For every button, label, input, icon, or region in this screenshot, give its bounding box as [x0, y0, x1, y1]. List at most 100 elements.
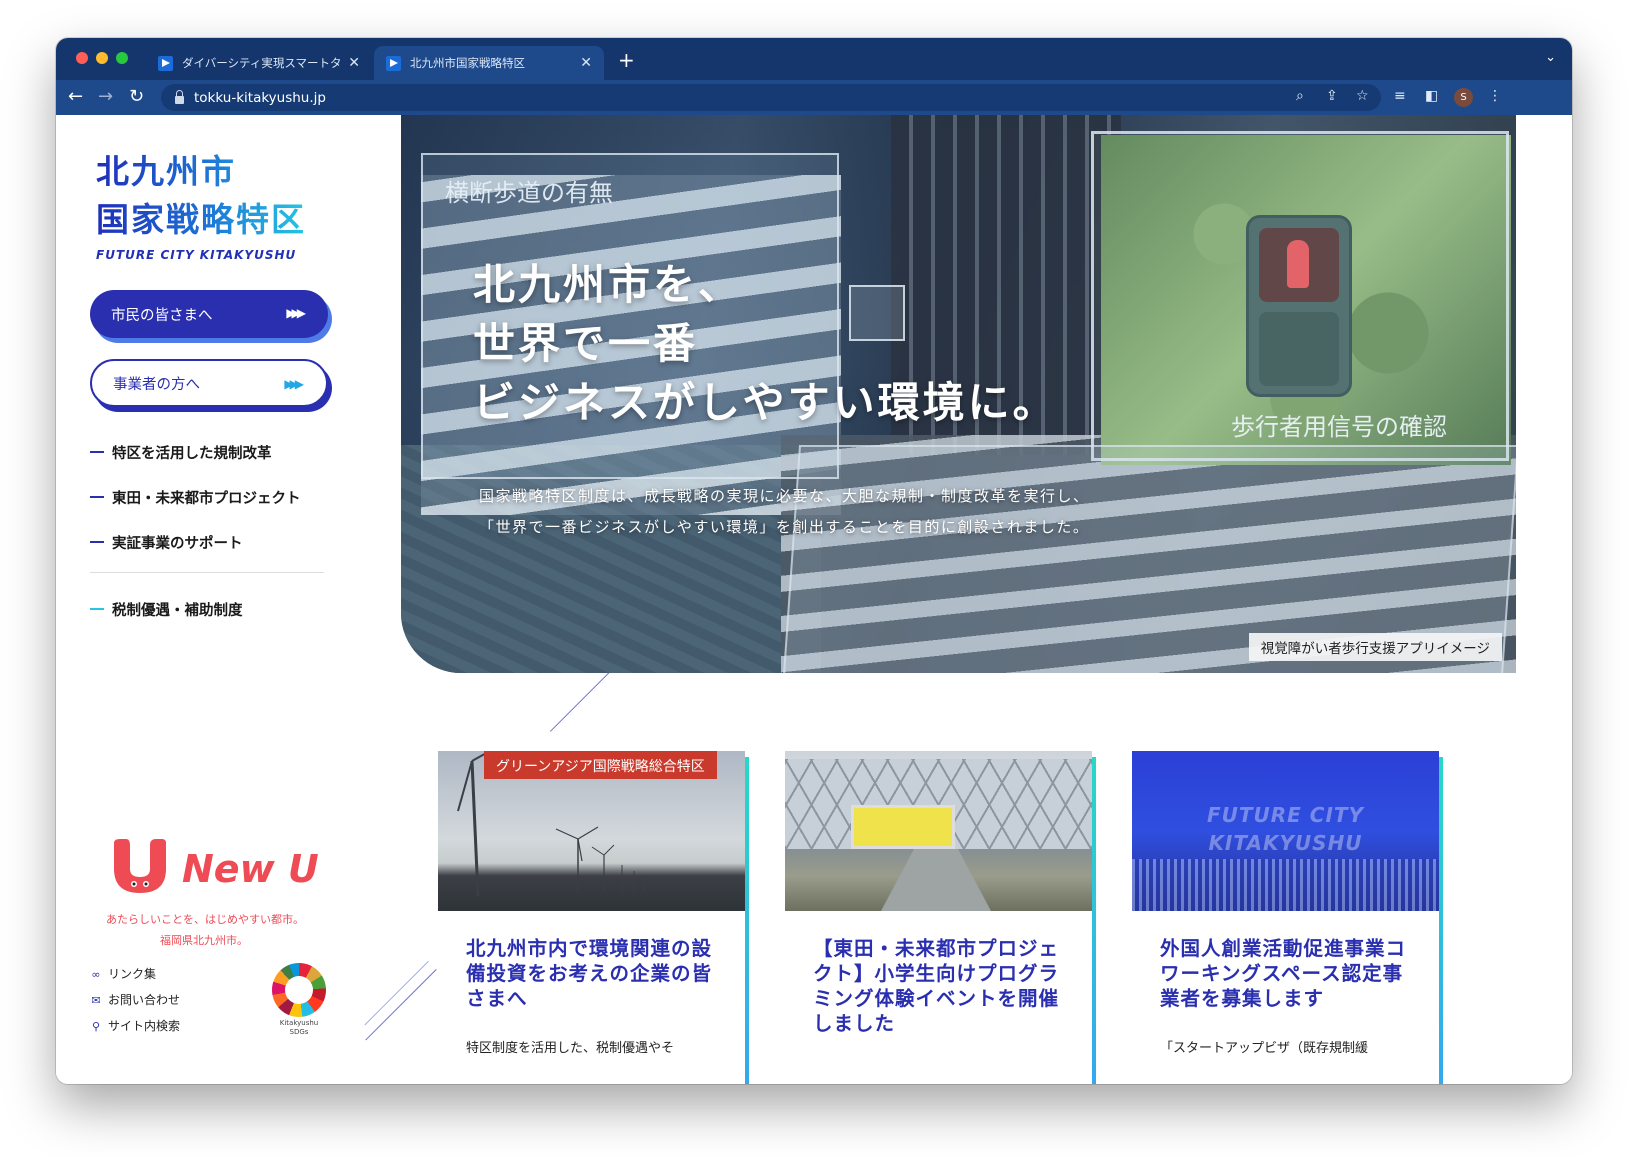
link-label: リンク集 — [108, 967, 157, 981]
dash-icon — [90, 608, 104, 610]
web-page: 北九州市 国家戦略特区 FUTURE CITY KITAKYUSHU 市民の皆さ… — [56, 115, 1572, 1084]
forward-arrow-icon[interactable]: → — [98, 86, 113, 107]
building-entrance-image — [785, 751, 1092, 911]
close-tab-icon[interactable]: ✕ — [580, 55, 592, 71]
address-bar[interactable]: tokku-kitakyushu.jp — [161, 84, 1381, 111]
dash-icon — [90, 451, 104, 453]
sdgs-logo-icon[interactable] — [272, 963, 326, 1017]
profile-avatar[interactable]: S — [1454, 88, 1473, 107]
business-button-label: 事業者の方へ — [113, 373, 200, 394]
sidenav-item-label: 特区を活用した規制改革 — [112, 446, 272, 462]
back-arrow-icon[interactable]: ← — [68, 86, 83, 107]
url-text: tokku-kitakyushu.jp — [194, 89, 326, 106]
browser-tab-2-active[interactable]: 北九州市国家戦略特区 ✕ — [374, 46, 604, 80]
tab-strip: ダイバーシティ実現スマートタウン ✕ 北九州市国家戦略特区 ✕ + ⌄ — [56, 38, 1572, 80]
city-skyline — [1132, 859, 1439, 911]
image-text-line: KITAKYUSHU — [1208, 831, 1363, 855]
site-search-link[interactable]: ⚲ サイト内検索 — [90, 1017, 180, 1034]
hero-description: 国家戦略特区制度は、成長戦略の実現に必要な、大胆な規制・制度改革を実行し、 「世… — [479, 481, 1090, 543]
hero-headline-line: ビジネスがしやすい環境に。 — [473, 378, 1058, 427]
link-list-link[interactable]: ∞ リンク集 — [90, 965, 156, 982]
site-logo[interactable]: 北九州市 国家戦略特区 FUTURE CITY KITAKYUSHU — [96, 148, 306, 262]
entrance-door — [851, 805, 955, 849]
news-card[interactable]: FUTURE CITY KITAKYUSHU 外国人創業活動促進事業コワーキング… — [1132, 751, 1443, 1084]
citizen-button-label: 市民の皆さまへ — [111, 307, 213, 324]
card-title[interactable]: 【東田・未来都市プロジェクト】小学生向けプログラミング体験イベントを開催しました — [813, 936, 1071, 1036]
lock-icon — [175, 89, 184, 104]
hero-headline-line: 北九州市を、 — [473, 260, 744, 309]
sdgs-label: Kitakyushu SDGs — [279, 1019, 319, 1036]
tab-title: ダイバーシティ実現スマートタウン — [182, 56, 341, 70]
sidenav-item-tax-subsidy[interactable]: 税制優遇・補助制度 — [90, 599, 243, 620]
card-excerpt: 「スタートアップビザ（既存規制緩 — [1160, 1041, 1369, 1056]
sidenav-item-label: 東田・未来都市プロジェクト — [112, 491, 301, 507]
logo-line-1: 北九州市 — [96, 148, 306, 196]
reload-icon[interactable]: ↻ — [129, 86, 144, 107]
logo-line-2: 国家戦略特区 — [96, 196, 306, 244]
newu-location: 福岡県北九州市。 — [160, 934, 248, 947]
business-button[interactable]: 事業者の方へ ▶▶▶ — [90, 359, 328, 407]
site-favicon-icon — [386, 55, 401, 71]
card-excerpt: 特区制度を活用した、税制優遇やそ — [466, 1041, 675, 1056]
sidenav-item-label: 実証事業のサポート — [112, 536, 243, 552]
image-text-line: FUTURE CITY — [1206, 803, 1365, 827]
hero-description-line: 「世界で一番ビジネスがしやすい環境」を創出することを目的に創設されました。 — [479, 518, 1090, 536]
decorative-line — [365, 969, 437, 1041]
card-title[interactable]: 北九州市内で環境関連の設備投資をお考えの企業の皆さまへ — [466, 936, 724, 1011]
news-card[interactable]: グリーンアジア国際戦略総合特区 北九州市内で環境関連の設備投資をお考えの企業の皆… — [438, 751, 749, 1084]
category-badge[interactable]: グリーンアジア国際戦略総合特区 — [484, 751, 717, 779]
share-icon[interactable]: ⇪ — [1326, 88, 1338, 104]
link-chain-icon: ∞ — [91, 968, 101, 981]
search-icon: ⚲ — [91, 1020, 101, 1033]
newu-tagline: あたらしいことを、はじめやすい都市。 — [106, 913, 304, 926]
close-window-button[interactable] — [76, 52, 88, 64]
city-skyline-image: FUTURE CITY KITAKYUSHU — [1132, 751, 1439, 911]
business-button-rest: の方へ — [156, 376, 201, 393]
business-button-highlight: 事業者 — [113, 376, 157, 393]
browser-window: ダイバーシティ実現スマートタウン ✕ 北九州市国家戦略特区 ✕ + ⌄ ← → … — [56, 38, 1572, 1084]
sidenav-item-regulatory-reform[interactable]: 特区を活用した規制改革 — [90, 442, 272, 463]
browser-toolbar: ← → ↻ tokku-kitakyushu.jp ⌕ ⇪ ☆ ≡ ◧ S ⋮ — [56, 80, 1572, 115]
newu-mascot-icon — [114, 839, 166, 893]
dash-icon — [90, 496, 104, 498]
zoom-icon[interactable]: ⌕ — [1296, 88, 1304, 104]
decorative-line — [364, 961, 429, 1026]
tab-search-icon[interactable]: ⌄ — [1545, 50, 1556, 65]
sidenav-item-higashida-project[interactable]: 東田・未来都市プロジェクト — [90, 487, 301, 508]
mail-icon: ✉ — [91, 994, 101, 1007]
site-favicon-icon — [158, 55, 173, 71]
menu-kebab-icon[interactable]: ⋮ — [1488, 88, 1502, 104]
newu-wordmark: New U — [182, 847, 319, 891]
link-label: サイト内検索 — [108, 1019, 181, 1033]
hero-headline: 北九州市を、 世界で一番 ビジネスがしやすい環境に。 — [473, 255, 1058, 432]
hero-description-line: 国家戦略特区制度は、成長戦略の実現に必要な、大胆な規制・制度改革を実行し、 — [479, 487, 1090, 505]
logo-tagline: FUTURE CITY KITAKYUSHU — [96, 248, 297, 262]
hero-headline-line: 世界で一番 — [473, 319, 699, 368]
news-card[interactable]: 【東田・未来都市プロジェクト】小学生向けプログラミング体験イベントを開催しました — [785, 751, 1096, 1084]
detection-label-crosswalk: 横断歩道の有無 — [445, 179, 613, 207]
sidenav-item-label: 税制優遇・補助制度 — [112, 603, 243, 619]
bookmark-star-icon[interactable]: ☆ — [1356, 88, 1369, 104]
new-tab-button[interactable]: + — [618, 48, 635, 72]
tab-title: 北九州市国家戦略特区 — [410, 56, 525, 70]
contact-link[interactable]: ✉ お問い合わせ — [90, 991, 180, 1008]
walkway — [881, 849, 991, 911]
reading-list-icon[interactable]: ≡ — [1394, 88, 1406, 104]
window-controls — [76, 52, 128, 64]
triple-arrow-icon: ▶▶▶ — [284, 377, 304, 391]
sidenav-item-demo-support[interactable]: 実証事業のサポート — [90, 532, 243, 553]
sidenav-divider — [90, 572, 324, 573]
zoom-window-button[interactable] — [116, 52, 128, 64]
card-title[interactable]: 外国人創業活動促進事業コワーキングスペース認定事業者を募集します — [1160, 936, 1418, 1011]
dash-icon — [90, 541, 104, 543]
close-tab-icon[interactable]: ✕ — [348, 55, 360, 71]
citizen-button[interactable]: 市民の皆さまへ ▶▶▶ — [90, 290, 328, 338]
browser-tab-1[interactable]: ダイバーシティ実現スマートタウン ✕ — [146, 46, 372, 80]
hero-banner: 横断歩道の有無 歩行者用信号の確認 北九州市を、 世界で一番 ビジネスがしやすい… — [401, 115, 1516, 673]
triple-arrow-icon: ▶▶▶ — [286, 306, 306, 320]
minimize-window-button[interactable] — [96, 52, 108, 64]
side-panel-icon[interactable]: ◧ — [1425, 88, 1438, 104]
hero-caption: 視覚障がい者歩行支援アプリイメージ — [1248, 633, 1502, 661]
detection-label-signal: 歩行者用信号の確認 — [1231, 413, 1447, 441]
link-label: お問い合わせ — [108, 993, 181, 1007]
